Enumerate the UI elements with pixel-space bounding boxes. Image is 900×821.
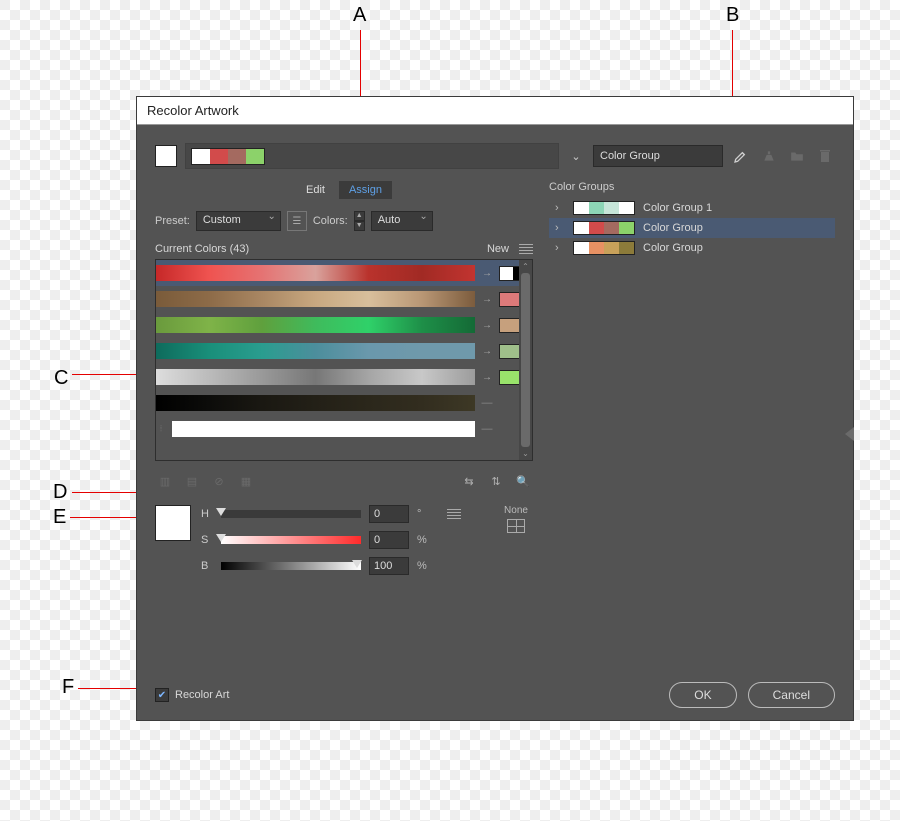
recolor-art-checkbox[interactable]: ✔	[155, 688, 169, 702]
tool-random-order-icon[interactable]: ⇆	[459, 471, 479, 491]
tool-random-sat-icon[interactable]: ⇅	[486, 471, 506, 491]
callout-E: E	[53, 506, 66, 529]
color-row[interactable]: →	[156, 260, 532, 286]
stepper-up[interactable]: ▲	[354, 211, 365, 221]
menu-icon[interactable]	[519, 244, 533, 254]
expand-icon[interactable]: ›	[555, 202, 565, 214]
b-slider[interactable]	[221, 562, 361, 570]
preset-label: Preset:	[155, 215, 190, 227]
color-group-label: Color Group	[643, 222, 703, 234]
s-value[interactable]	[369, 531, 409, 549]
current-colors-label: Current Colors (43)	[155, 243, 249, 255]
dialog-title-bar: Recolor Artwork	[137, 97, 853, 125]
color-row[interactable]: →	[156, 286, 532, 312]
base-color-chip[interactable]	[155, 145, 177, 167]
color-row[interactable]: —	[156, 390, 532, 416]
none-grid-icon[interactable]	[507, 519, 525, 533]
s-label: S	[201, 534, 213, 546]
callout-D: D	[53, 481, 67, 504]
folder-icon[interactable]	[787, 146, 807, 166]
colors-stepper[interactable]: ▲ ▼	[354, 211, 365, 231]
tool-newrow-icon[interactable]: ▦	[236, 471, 256, 491]
h-label: H	[201, 508, 213, 520]
color-groups-title: Color Groups	[549, 181, 835, 193]
active-group-swatches[interactable]	[185, 143, 559, 169]
callout-C-line-h	[72, 374, 136, 375]
colors-select[interactable]: Auto	[371, 211, 433, 231]
ok-button[interactable]: OK	[669, 682, 736, 708]
slider-menu-icon[interactable]	[447, 509, 461, 519]
recolor-art-label: Recolor Art	[175, 689, 229, 701]
tool-merge-icon[interactable]: ▥	[155, 471, 175, 491]
tool-exclude-icon[interactable]: ⊘	[209, 471, 229, 491]
tab-assign[interactable]: Assign	[339, 181, 392, 199]
preset-select[interactable]: Custom	[196, 211, 281, 231]
new-column-label: New	[487, 243, 509, 255]
callout-F: F	[62, 676, 74, 699]
callout-C: C	[54, 367, 68, 390]
h-value[interactable]	[369, 505, 409, 523]
color-group-label: Color Group 1	[643, 202, 712, 214]
preset-options-icon[interactable]: ☰	[287, 211, 307, 231]
color-row[interactable]: ⦙ —	[156, 416, 532, 442]
panel-flyout-icon[interactable]	[845, 427, 854, 441]
eyedropper-icon[interactable]	[731, 146, 751, 166]
color-row[interactable]: →	[156, 364, 532, 390]
h-slider[interactable]	[221, 510, 361, 518]
color-assignment-table: → → → →	[155, 259, 533, 461]
color-row[interactable]: →	[156, 338, 532, 364]
tool-find-icon[interactable]: 🔍	[513, 471, 533, 491]
color-groups-list: › Color Group 1 › Color Group › Color Gr…	[549, 198, 835, 258]
color-group-item[interactable]: › Color Group	[549, 218, 835, 238]
group-name-field[interactable]	[593, 145, 723, 167]
cancel-button[interactable]: Cancel	[748, 682, 835, 708]
stepper-down[interactable]: ▼	[354, 221, 365, 231]
color-group-item[interactable]: › Color Group	[549, 238, 835, 258]
dialog-title: Recolor Artwork	[147, 103, 239, 118]
new-group-icon[interactable]	[759, 146, 779, 166]
callout-A: A	[353, 4, 366, 27]
s-slider[interactable]	[221, 536, 361, 544]
color-group-label: Color Group	[643, 242, 703, 254]
b-label: B	[201, 560, 213, 572]
color-row[interactable]: →	[156, 312, 532, 338]
group-dropdown-icon[interactable]: ⌄	[567, 145, 585, 167]
trash-icon[interactable]	[815, 146, 835, 166]
colors-label: Colors:	[313, 215, 348, 227]
h-unit: °	[417, 508, 431, 520]
b-unit: %	[417, 560, 431, 572]
color-group-item[interactable]: › Color Group 1	[549, 198, 835, 218]
recolor-dialog: Recolor Artwork ⌄	[136, 96, 854, 721]
tool-separate-icon[interactable]: ▤	[182, 471, 202, 491]
hsb-current-swatch[interactable]	[155, 505, 191, 541]
tab-edit[interactable]: Edit	[296, 181, 335, 199]
s-unit: %	[417, 534, 431, 546]
table-scrollbar[interactable]: ⌃ ⌄	[519, 260, 532, 460]
none-label: None	[504, 505, 528, 516]
callout-B: B	[726, 4, 739, 27]
expand-icon[interactable]: ›	[555, 242, 565, 254]
b-value[interactable]	[369, 557, 409, 575]
expand-icon[interactable]: ›	[555, 222, 565, 234]
